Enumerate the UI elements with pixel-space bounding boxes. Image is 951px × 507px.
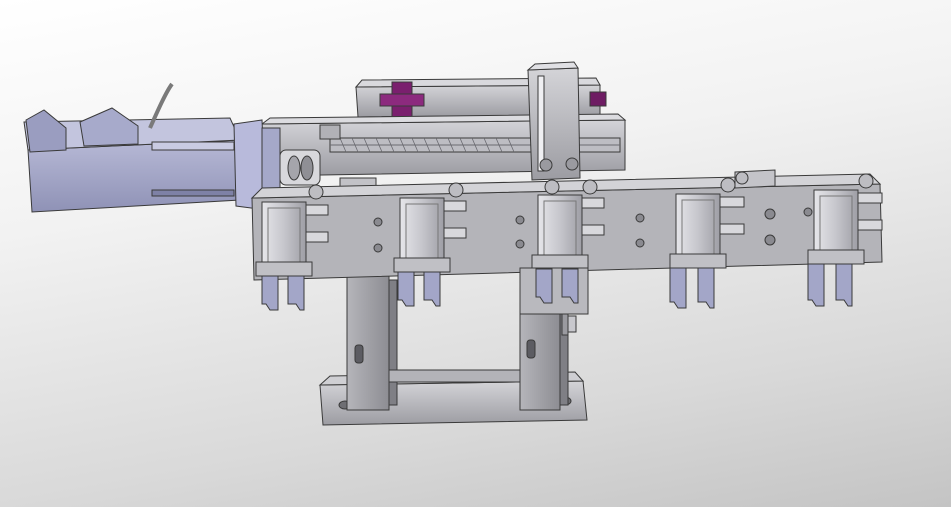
gripper-cylinder [537,194,583,262]
assembly-drawing [23,61,883,426]
gripper-jaw-left [807,263,825,307]
gripper-cylinder [813,189,859,257]
cross-brace [388,369,521,383]
gripper-jaw-right [287,275,305,311]
gripper-jaw-left [261,275,279,311]
servo-motor [23,82,281,213]
linear-axis [260,61,627,191]
gripper-jaw-left [669,267,687,309]
gripper-jaw-right [423,271,441,307]
gripper-cylinder [399,197,445,265]
gripper-jaw-right [697,267,715,309]
motor-connector-2 [79,107,139,147]
gripper-cylinder [261,201,307,269]
gripper-jaw-right [835,263,853,307]
motor-connector-1 [25,109,67,153]
left-upright [346,274,390,411]
gripper-cylinder [675,193,721,261]
cad-viewport[interactable] [0,0,951,507]
gripper-jaw-left [397,271,415,307]
